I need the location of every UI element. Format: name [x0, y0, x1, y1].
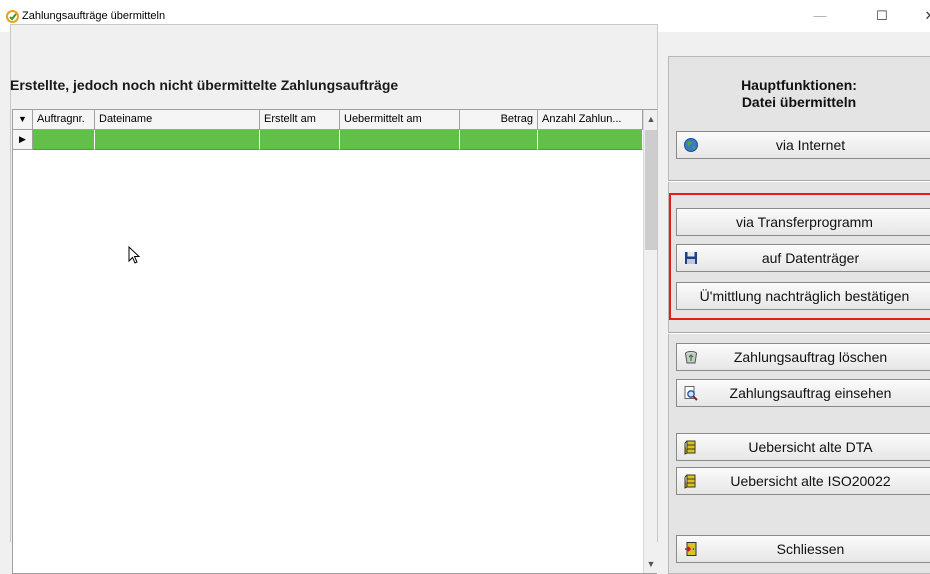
- window-title: Zahlungsaufträge übermitteln: [22, 10, 166, 22]
- table-cell[interactable]: [95, 130, 260, 150]
- app-logo-icon: [6, 10, 19, 23]
- column-header-betrag[interactable]: Betrag: [460, 110, 538, 130]
- divider: [668, 332, 930, 334]
- globe-icon: [684, 138, 698, 152]
- via-transferprogramm-button[interactable]: via Transferprogramm: [676, 208, 930, 236]
- auf-datentraeger-button[interactable]: auf Datenträger: [676, 244, 930, 272]
- main-functions-title: Hauptfunktionen: Datei übermitteln: [668, 77, 930, 111]
- vertical-scrollbar[interactable]: ▲ ▼: [643, 110, 657, 573]
- table-row[interactable]: ▶: [13, 130, 643, 150]
- auf-datentraeger-label: auf Datenträger: [761, 250, 860, 266]
- row-selector-arrow-icon[interactable]: ▶: [13, 130, 33, 150]
- column-header-anzahl-zahlungen[interactable]: Anzahl Zahlun...: [538, 110, 643, 130]
- table-cell[interactable]: [340, 130, 460, 150]
- column-header-auftragnr[interactable]: Auftragnr.: [33, 110, 95, 130]
- table-cell[interactable]: [538, 130, 643, 150]
- section-title: Erstellte, jedoch noch nicht übermittelt…: [10, 77, 399, 93]
- zahlungsauftrag-einsehen-label: Zahlungsauftrag einsehen: [729, 385, 892, 401]
- close-window-button[interactable]: ✕: [910, 0, 930, 32]
- minimize-button[interactable]: —: [800, 0, 840, 32]
- scroll-down-icon[interactable]: ▼: [644, 555, 658, 573]
- uebersicht-alte-dta-label: Uebersicht alte DTA: [748, 439, 873, 455]
- uebersicht-alte-dta-button[interactable]: Uebersicht alte DTA: [676, 433, 930, 461]
- column-header-erstellt-am[interactable]: Erstellt am: [260, 110, 340, 130]
- zahlungsauftrag-loeschen-button[interactable]: Zahlungsauftrag löschen: [676, 343, 930, 371]
- maximize-button[interactable]: ☐: [862, 0, 902, 32]
- column-header-dateiname[interactable]: Dateiname: [95, 110, 260, 130]
- schliessen-label: Schliessen: [776, 541, 845, 557]
- main-functions-title-line1: Hauptfunktionen:: [741, 77, 857, 93]
- zahlungsauftrag-loeschen-label: Zahlungsauftrag löschen: [733, 349, 888, 365]
- exit-door-icon: [685, 542, 697, 556]
- file-cabinet-icon: [684, 474, 696, 489]
- main-functions-title-line2: Datei übermitteln: [741, 94, 857, 110]
- via-internet-button[interactable]: via Internet: [676, 131, 930, 159]
- nachtraeglich-bestaetigen-label: Ü'mittlung nachträglich bestätigen: [699, 288, 910, 304]
- floppy-disk-icon: [685, 252, 697, 264]
- via-internet-label: via Internet: [775, 137, 846, 153]
- scroll-up-icon[interactable]: ▲: [644, 110, 658, 128]
- nachtraeglich-bestaetigen-button[interactable]: Ü'mittlung nachträglich bestätigen: [676, 282, 930, 310]
- schliessen-button[interactable]: Schliessen: [676, 535, 930, 563]
- file-cabinet-icon: [684, 440, 696, 455]
- uebersicht-alte-iso20022-button[interactable]: Uebersicht alte ISO20022: [676, 467, 930, 495]
- grid-dropdown-icon[interactable]: ▼: [13, 110, 33, 130]
- mouse-cursor-icon: [128, 246, 141, 264]
- uebersicht-alte-iso20022-label: Uebersicht alte ISO20022: [730, 473, 891, 489]
- table-cell[interactable]: [33, 130, 95, 150]
- grid-header: ▼ Auftragnr. Dateiname Erstellt am Ueber…: [13, 110, 643, 130]
- divider: [668, 180, 930, 182]
- scroll-thumb[interactable]: [645, 130, 657, 250]
- document-magnifier-icon: [684, 386, 698, 401]
- table-cell[interactable]: [260, 130, 340, 150]
- table-cell[interactable]: [460, 130, 538, 150]
- column-header-uebermittelt-am[interactable]: Uebermittelt am: [340, 110, 460, 130]
- via-transferprogramm-label: via Transferprogramm: [736, 214, 873, 230]
- zahlungsauftrag-einsehen-button[interactable]: Zahlungsauftrag einsehen: [676, 379, 930, 407]
- payment-orders-grid[interactable]: ▼ Auftragnr. Dateiname Erstellt am Ueber…: [12, 109, 657, 574]
- recycle-bin-icon: [685, 351, 697, 364]
